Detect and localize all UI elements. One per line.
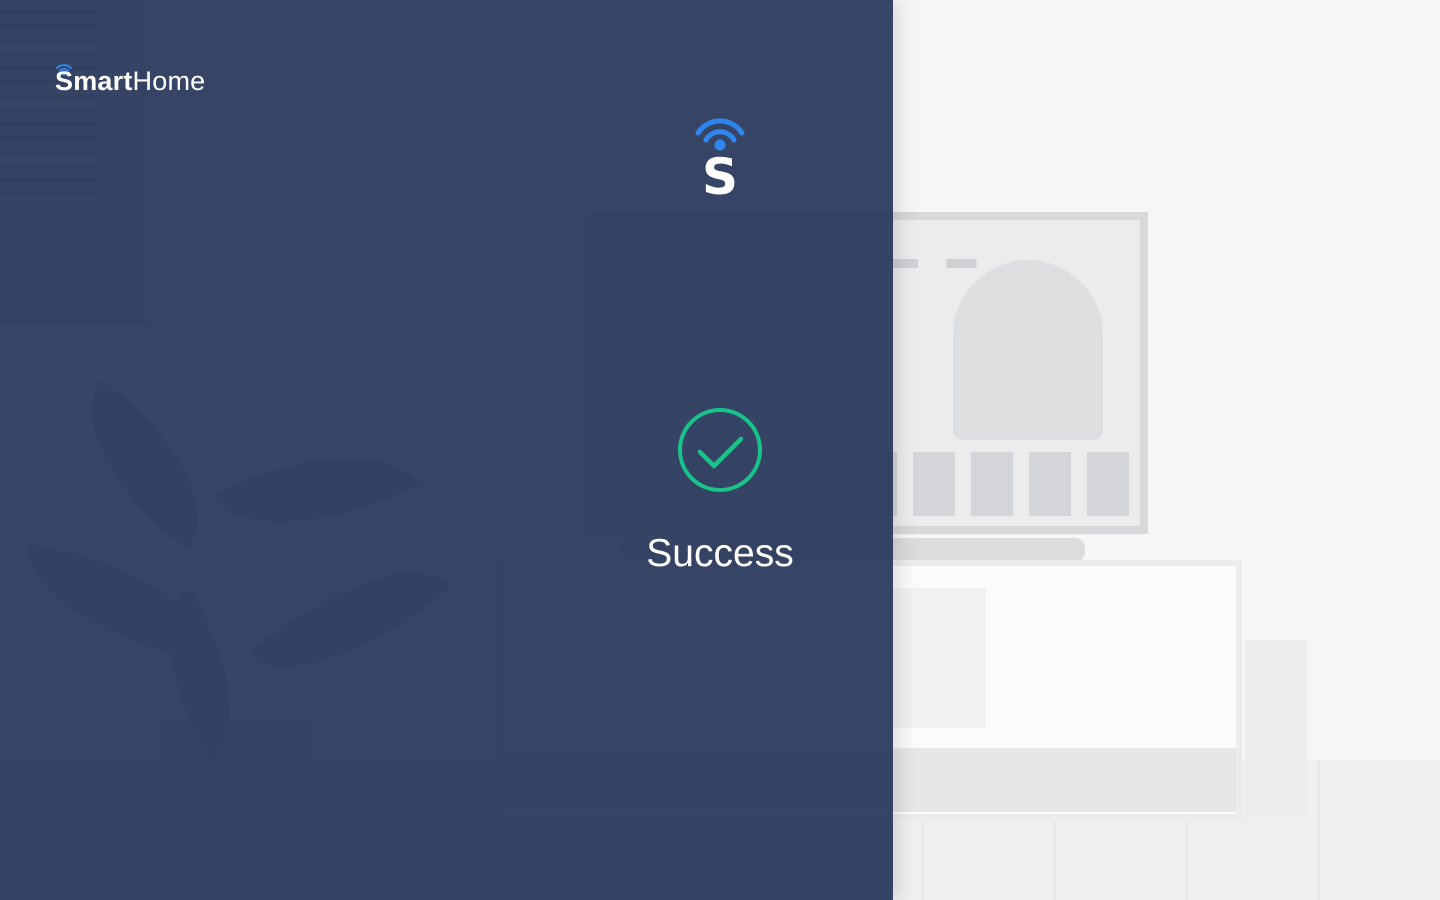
background-stool bbox=[1245, 640, 1307, 820]
app-logo-icon: S bbox=[695, 118, 745, 197]
overlay-panel: SmartHome S Success bbox=[0, 0, 893, 900]
brand-name: SmartHome bbox=[55, 63, 205, 99]
success-message: Success bbox=[646, 532, 794, 575]
tv-screen-figure bbox=[953, 260, 1103, 440]
brand-name-light: Home bbox=[132, 66, 206, 96]
app-logo-letter: S bbox=[702, 148, 738, 197]
brand-name-bold: Smart bbox=[55, 66, 133, 96]
check-circle-icon bbox=[678, 408, 762, 492]
